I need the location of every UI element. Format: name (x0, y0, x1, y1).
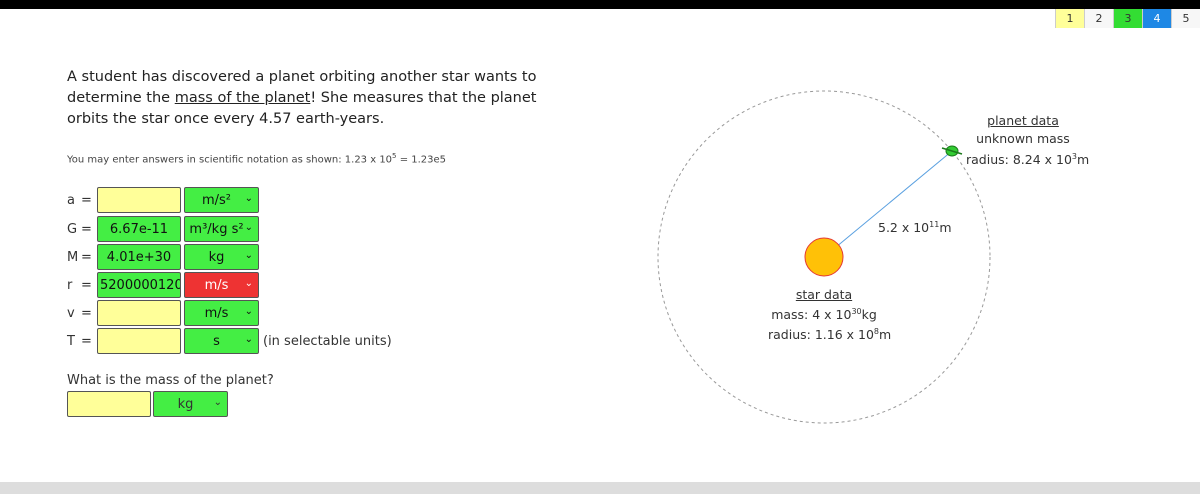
a-unit-select[interactable]: m/s² ⌄ (184, 187, 259, 213)
var-label: G (67, 221, 78, 237)
T-unit-select[interactable]: s ⌄ (184, 328, 259, 354)
planet-data-title: planet data (987, 113, 1059, 128)
tab-1[interactable]: 1 (1055, 9, 1084, 28)
row-M: M = 4.01e+30 kg ⌄ (67, 244, 259, 270)
star-mass-exp: 30 (851, 307, 862, 316)
row-a: a = m/s² ⌄ (67, 187, 259, 213)
planet-data: planet data unknown mass radius: 8.24 x … (966, 112, 1089, 169)
a-input[interactable] (97, 187, 181, 213)
planet-mass-text: unknown mass (976, 131, 1070, 146)
star-mass-base: mass: 4 x 10 (771, 307, 852, 323)
chevron-down-icon: ⌄ (244, 334, 253, 345)
chevron-down-icon: ⌄ (244, 306, 253, 317)
tab-5[interactable]: 5 (1171, 9, 1200, 28)
equals-sign: = (81, 333, 92, 349)
planet-radius-unit: m (1077, 152, 1090, 168)
row-v: v = m/s ⌄ (67, 300, 259, 326)
tab-2[interactable]: 2 (1084, 9, 1113, 28)
answer-row: kg ⌄ (67, 391, 228, 417)
var-label: v (67, 305, 75, 321)
r-input[interactable]: 520000012000 (97, 272, 181, 298)
star-mass-unit: kg (861, 307, 877, 323)
question-text: What is the mass of the planet? (67, 373, 274, 388)
planet-mass-input[interactable] (67, 391, 151, 417)
hint-before: You may enter answers in scientific nota… (67, 154, 393, 166)
row-T: T = s ⌄ (in selectable units) (67, 328, 392, 354)
T-input[interactable] (97, 328, 181, 354)
distance-line (823, 150, 953, 258)
hint-after: = 1.23e5 (396, 154, 447, 166)
G-input[interactable]: 6.67e-11 (97, 216, 181, 242)
row-r: r = 520000012000 m/s ⌄ (67, 272, 259, 298)
equals-sign: = (81, 192, 92, 208)
var-label: a (67, 192, 75, 208)
chevron-down-icon: ⌄ (244, 250, 253, 261)
bottom-scrollbar[interactable] (0, 482, 1200, 494)
star-icon (804, 237, 844, 277)
var-label: T (67, 333, 75, 349)
star-radius-base: radius: 1.16 x 10 (768, 327, 874, 343)
M-input[interactable]: 4.01e+30 (97, 244, 181, 270)
distance-exp: 11 (929, 220, 940, 229)
units-note: (in selectable units) (263, 333, 392, 349)
tab-4[interactable]: 4 (1142, 9, 1171, 28)
equals-sign: = (81, 221, 92, 237)
planet-icon (941, 145, 963, 157)
v-unit-select[interactable]: m/s ⌄ (184, 300, 259, 326)
star-radius-unit: m (879, 327, 892, 343)
notation-hint: You may enter answers in scientific nota… (67, 152, 446, 165)
equals-sign: = (81, 277, 92, 293)
chevron-down-icon: ⌄ (213, 397, 222, 408)
var-label: M (67, 249, 79, 265)
r-unit-select[interactable]: m/s ⌄ (184, 272, 259, 298)
v-input[interactable] (97, 300, 181, 326)
star-data-title: star data (795, 287, 853, 302)
problem-statement: A student has discovered a planet orbiti… (67, 67, 572, 130)
planet-mass-unit-select[interactable]: kg ⌄ (153, 391, 228, 417)
orbit-diagram (657, 90, 991, 424)
distance-label: 5.2 x 1011m (878, 220, 952, 235)
M-unit-select[interactable]: kg ⌄ (184, 244, 259, 270)
star-data: star data mass: 4 x 1030kg radius: 1.16 … (768, 286, 891, 343)
planet-radius-base: radius: 8.24 x 10 (966, 152, 1072, 168)
equals-sign: = (81, 249, 92, 265)
chevron-down-icon: ⌄ (244, 278, 253, 289)
chevron-down-icon: ⌄ (244, 193, 253, 204)
chevron-down-icon: ⌄ (244, 222, 253, 233)
G-unit-select[interactable]: m³/kg s² ⌄ (184, 216, 259, 242)
top-bar (0, 0, 1200, 9)
distance-unit: m (939, 220, 952, 236)
step-tabs: 1 2 3 4 5 (1055, 9, 1200, 28)
row-G: G = 6.67e-11 m³/kg s² ⌄ (67, 216, 259, 242)
problem-link: mass of the planet (174, 90, 311, 106)
var-label: r (67, 277, 73, 293)
distance-base: 5.2 x 10 (878, 220, 930, 236)
equals-sign: = (81, 305, 92, 321)
tab-3[interactable]: 3 (1113, 9, 1142, 28)
